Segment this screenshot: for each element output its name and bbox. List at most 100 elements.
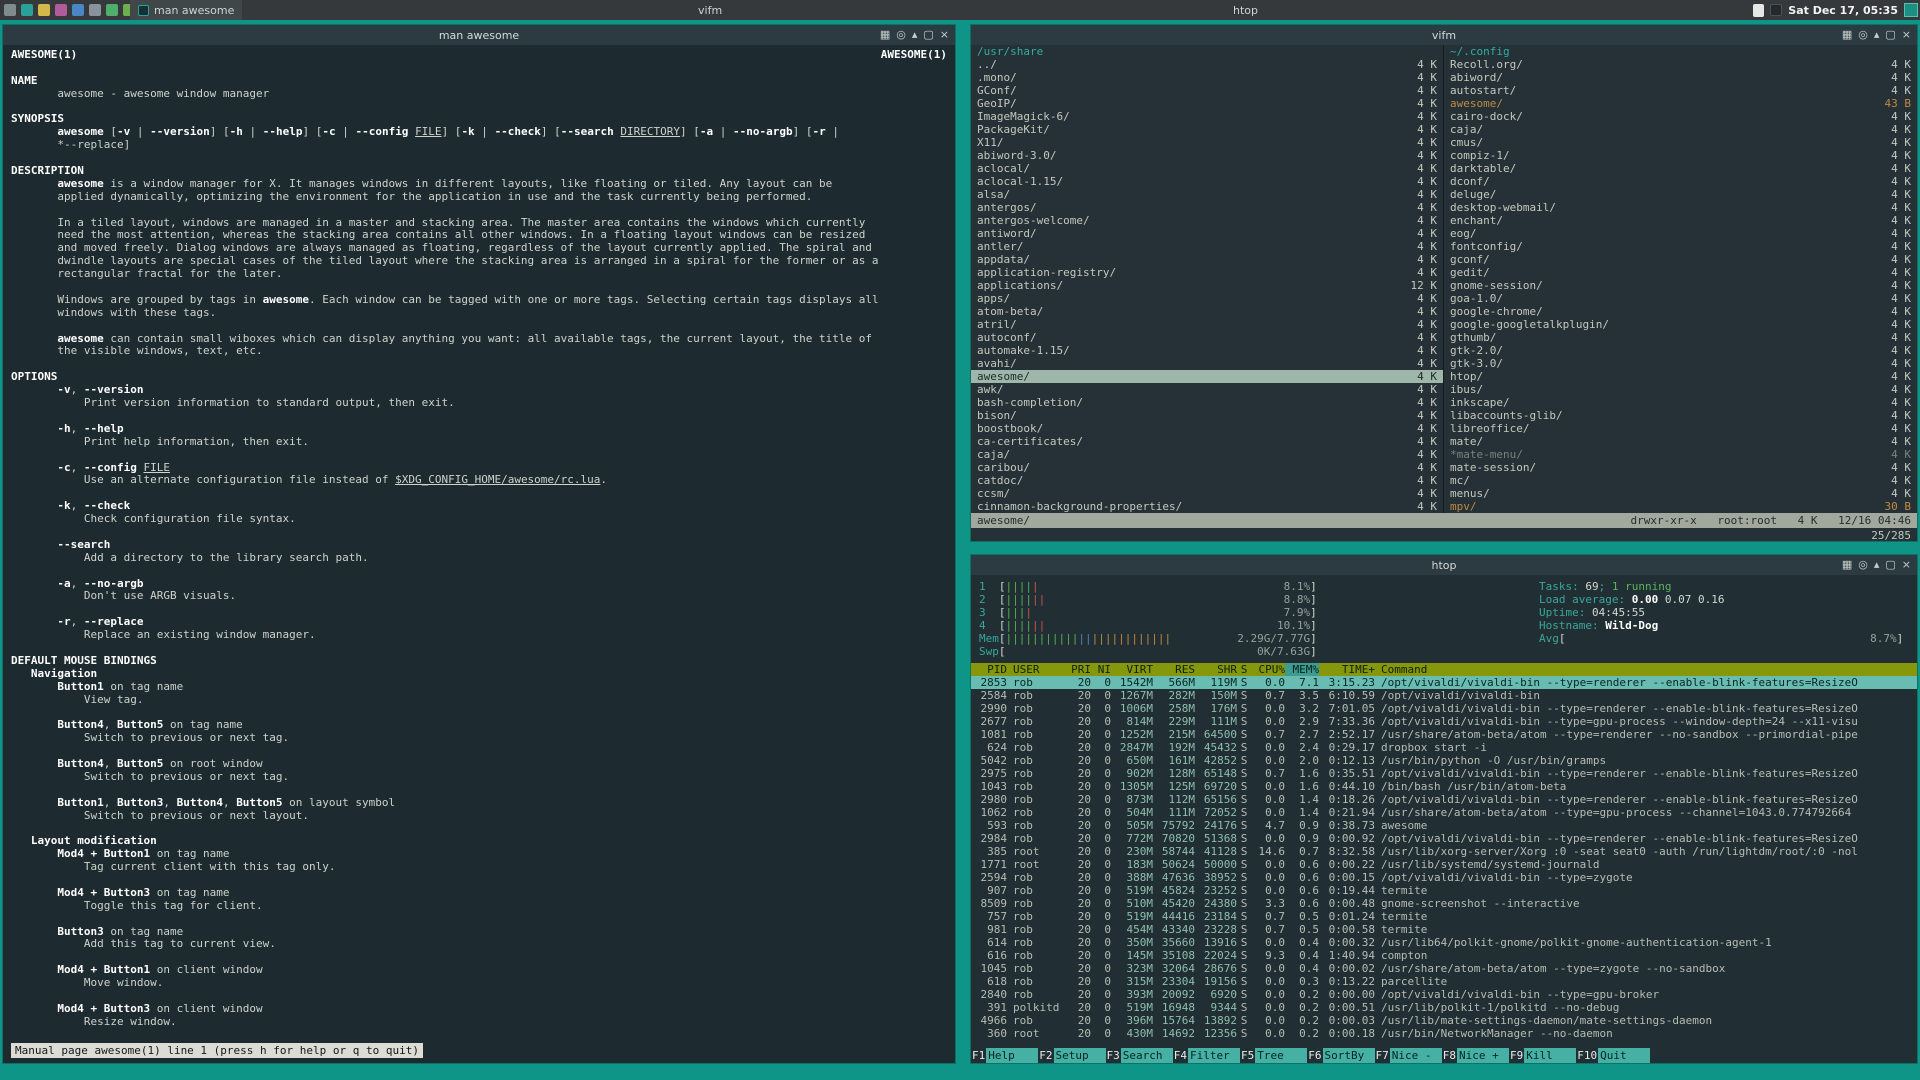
file-row[interactable]: gtk-3.0/4 K — [1444, 357, 1917, 370]
maximize-icon[interactable]: ▢ — [1885, 555, 1895, 575]
fkey-f4[interactable]: F4 Filter — [1173, 1047, 1240, 1063]
file-row[interactable]: GConf/4 K — [971, 84, 1443, 97]
float-icon[interactable]: ◎ — [1858, 555, 1868, 575]
tile-layout-icon[interactable]: ▦ — [880, 25, 890, 45]
fkey-f10[interactable]: F10 Quit — [1576, 1047, 1651, 1063]
process-row[interactable]: 8509 rob 20 0 510M 45420 24380 S 3.3 0.6 0:00.48 gn… — [971, 897, 1917, 910]
monitor-icon[interactable] — [4, 4, 16, 16]
file-row[interactable]: avahi/4 K — [971, 357, 1443, 370]
column-header-pri[interactable]: PRI — [1065, 663, 1091, 676]
column-header-virt[interactable]: VIRT — [1111, 663, 1154, 676]
process-row[interactable]: 1081 rob 20 0 1252M 215M 64500 S 0.7 2.7 2:52.17/u… — [971, 728, 1917, 741]
tools-icon[interactable] — [89, 4, 101, 16]
file-row[interactable]: X11/4 K — [971, 136, 1443, 149]
process-row[interactable]: 2584 rob 20 0 1267M 282M 150M S 0.7 3.5 6:10.59/op… — [971, 689, 1917, 702]
file-row[interactable]: gnome-session/4 K — [1444, 279, 1917, 292]
file-row[interactable]: catdoc/4 K — [971, 474, 1443, 487]
file-row[interactable]: atril/4 K — [971, 318, 1443, 331]
htop-titlebar[interactable]: htop ▦ ◎ ▴ ▢ × — [971, 555, 1917, 575]
file-row[interactable]: antler/4 K — [971, 240, 1443, 253]
edit-icon[interactable] — [38, 4, 50, 16]
column-header-shr[interactable]: SHR — [1195, 663, 1237, 676]
file-row[interactable]: inkscape/4 K — [1444, 396, 1917, 409]
process-row[interactable]: 385 root 20 0 230M 58744 41128 S 14.6 0.7 8:32.58/… — [971, 845, 1917, 858]
file-row[interactable]: atom-beta/4 K — [971, 305, 1443, 318]
process-row[interactable]: 624 rob 20 0 2847M 192M 45432 S 0.0 2.4 0:29.17 dro… — [971, 741, 1917, 754]
man-titlebar[interactable]: man awesome ▦ ◎ ▴ ▢ × — [3, 25, 955, 45]
file-row[interactable]: boostbook/4 K — [971, 422, 1443, 435]
file-row[interactable]: mate/4 K — [1444, 435, 1917, 448]
file-row[interactable]: google-chrome/4 K — [1444, 305, 1917, 318]
file-row[interactable]: google-googletalkplugin/4 K — [1444, 318, 1917, 331]
maximize-icon[interactable]: ▢ — [923, 25, 933, 45]
file-row[interactable]: cmus/4 K — [1444, 136, 1917, 149]
file-row[interactable]: Recoll.org/4 K — [1444, 58, 1917, 71]
file-row[interactable]: PackageKit/4 K — [971, 123, 1443, 136]
file-row[interactable]: mate-session/4 K — [1444, 461, 1917, 474]
vifm-titlebar[interactable]: vifm ▦ ◎ ▴ ▢ × — [971, 25, 1917, 45]
file-row[interactable]: antergos/4 K — [971, 201, 1443, 214]
file-row[interactable]: ccsm/4 K — [971, 487, 1443, 500]
fkey-f6[interactable]: F6 SortBy — [1307, 1047, 1375, 1063]
clipboard-icon[interactable] — [1753, 3, 1765, 17]
file-row[interactable]: .mono/4 K — [971, 71, 1443, 84]
file-row[interactable]: gconf/4 K — [1444, 253, 1917, 266]
process-row[interactable]: 360 root 20 0 430M 14692 12356 S 0.0 0.2 0:00.18/u… — [971, 1027, 1917, 1040]
process-row[interactable]: 2975 rob 20 0 902M 128M 65148 S 0.7 1.6 0:35.51/op… — [971, 767, 1917, 780]
file-row[interactable]: mpv/30 B — [1444, 500, 1917, 513]
file-row[interactable]: darktable/4 K — [1444, 162, 1917, 175]
process-row[interactable]: 2840 rob 20 0 393M 20092 6920 S 0.0 0.2 0:00.00/op… — [971, 988, 1917, 1001]
tray-icon[interactable] — [1770, 4, 1783, 16]
taskbar-item-man-awesome[interactable]: man awesome — [130, 0, 243, 20]
file-row[interactable]: desktop-webmail/4 K — [1444, 201, 1917, 214]
fkey-f9[interactable]: F9 Kill — [1509, 1047, 1577, 1063]
process-row[interactable]: 2984 rob 20 0 772M 70820 51368 S 0.0 0.9 0:00.92/o… — [971, 832, 1917, 845]
file-row[interactable]: caja/4 K — [971, 448, 1443, 461]
file-row[interactable]: goa-1.0/4 K — [1444, 292, 1917, 305]
tile-layout-icon[interactable]: ▦ — [1842, 25, 1852, 45]
file-row[interactable]: deluge/4 K — [1444, 188, 1917, 201]
file-row[interactable]: libaccounts-glib/4 K — [1444, 409, 1917, 422]
tile-layout-icon[interactable]: ▦ — [1842, 555, 1852, 575]
file-row[interactable]: alsa/4 K — [971, 188, 1443, 201]
fkey-f1[interactable]: F1 Help — [971, 1047, 1039, 1063]
file-row[interactable]: menus/4 K — [1444, 487, 1917, 500]
maximize-icon[interactable]: ▢ — [1885, 25, 1895, 45]
file-row[interactable]: application-registry/4 K — [971, 266, 1443, 279]
process-row[interactable]: 1045 rob 20 0 323M 32064 28676 S 0.0 0.4 0:00.02/u… — [971, 962, 1917, 975]
file-row[interactable]: fontconfig/4 K — [1444, 240, 1917, 253]
column-header-s[interactable]: S — [1237, 663, 1251, 676]
process-row[interactable]: 981 rob 20 0 454M 43340 23228 S 0.7 0.5 0:00.58 ter… — [971, 923, 1917, 936]
file-row[interactable]: abiword/4 K — [1444, 71, 1917, 84]
ontop-icon[interactable]: ▴ — [912, 25, 918, 45]
files-icon[interactable] — [21, 4, 33, 16]
file-row[interactable]: apps/4 K — [971, 292, 1443, 305]
file-row[interactable]: ca-certificates/4 K — [971, 435, 1443, 448]
process-row[interactable]: 2594 rob 20 0 388M 47636 38952 S 0.0 0.6 0:00.15/o… — [971, 871, 1917, 884]
taskbar-item-vifm[interactable]: vifm — [690, 0, 730, 20]
chart-icon[interactable] — [106, 4, 118, 16]
column-header-cpu[interactable]: CPU% — [1251, 663, 1286, 676]
process-row[interactable]: 2853 rob 20 0 1542M 566M 119M S 0.0 7.1 3:15.23/op… — [971, 676, 1917, 689]
file-row[interactable]: awk/4 K — [971, 383, 1443, 396]
process-row[interactable]: 614 rob 20 0 350M 35660 13916 S 0.0 0.4 0:00.32/us… — [971, 936, 1917, 949]
process-row[interactable]: 616 rob 20 0 145M 35108 22024 S 9.3 0.4 1:40.94 com… — [971, 949, 1917, 962]
file-row[interactable]: gthumb/4 K — [1444, 331, 1917, 344]
close-icon[interactable]: × — [940, 25, 949, 45]
column-header-time[interactable]: TIME+ — [1319, 663, 1375, 676]
file-row[interactable]: *mate-menu/4 K — [1444, 448, 1917, 461]
fkey-f8[interactable]: F8 Nice + — [1442, 1047, 1509, 1063]
column-header-mem[interactable]: MEM% — [1285, 663, 1319, 676]
file-row[interactable]: libreoffice/4 K — [1444, 422, 1917, 435]
file-row[interactable]: awesome/4 K — [971, 370, 1443, 383]
file-row[interactable]: eog/4 K — [1444, 227, 1917, 240]
close-icon[interactable]: × — [1902, 25, 1911, 45]
column-header-res[interactable]: RES — [1153, 663, 1195, 676]
file-row[interactable]: ibus/4 K — [1444, 383, 1917, 396]
file-row[interactable]: ../ 4 K — [971, 58, 1443, 71]
file-row[interactable]: aclocal/4 K — [971, 162, 1443, 175]
fkey-f2[interactable]: F2 Setup — [1038, 1047, 1106, 1063]
process-row[interactable]: 757 rob 20 0 519M 44416 23184 S 0.7 0.5 0:01.24 ter… — [971, 910, 1917, 923]
process-row[interactable]: 907 rob 20 0 519M 45824 23252 S 0.0 0.6 0:19.44 ter… — [971, 884, 1917, 897]
layout-indicator-icon[interactable] — [1904, 3, 1918, 17]
